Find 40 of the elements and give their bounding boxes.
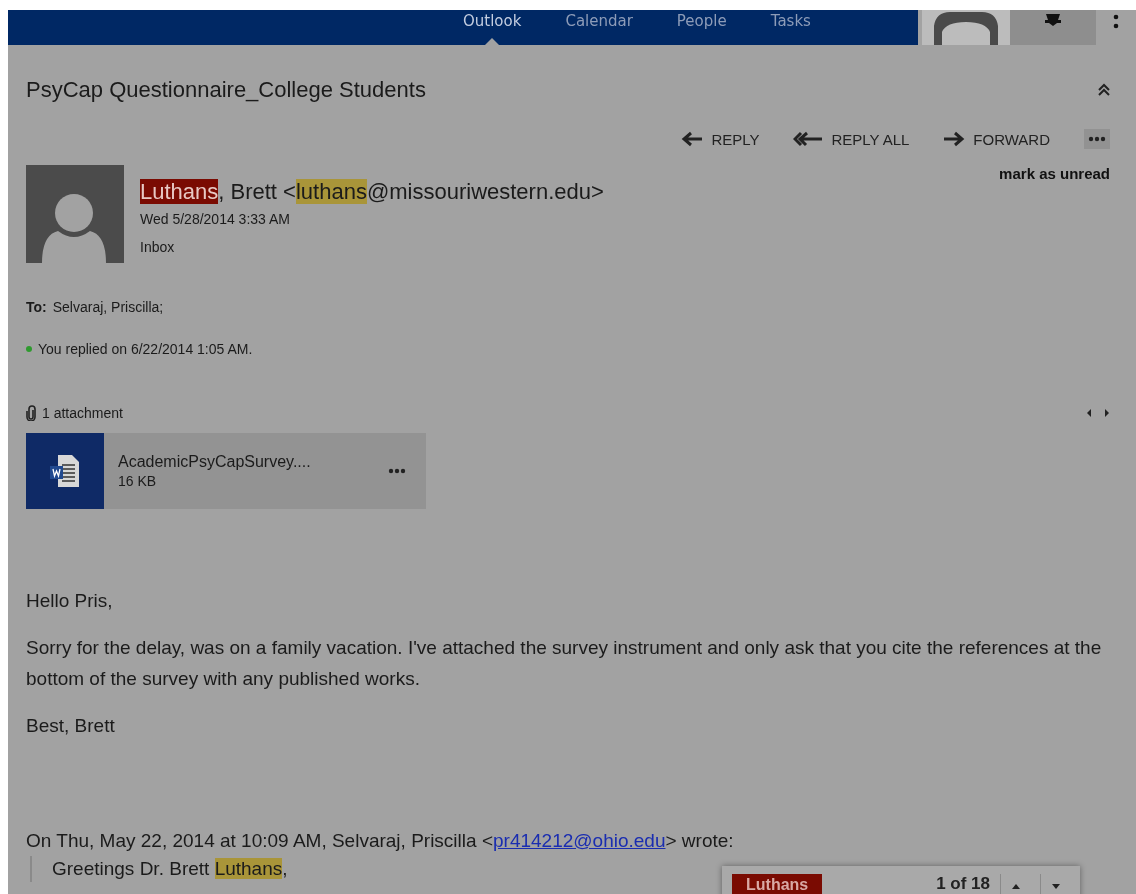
vertical-more-icon[interactable] [1113,14,1119,30]
mark-unread-link[interactable]: mark as unread [999,165,1110,182]
avatar-icon [26,165,124,263]
to-label: To: [26,299,47,315]
up-caret-icon [1011,883,1020,889]
nav-tab[interactable]: People [676,10,727,45]
nav-tab[interactable]: Tasks [770,10,811,45]
email-subject: PsyCap Questionnaire_College Students [26,77,426,103]
reply-action-button[interactable]: FORWARD [943,130,1050,148]
status-dot [26,346,32,352]
left-arrow-icon [681,131,704,147]
attachment-size: 16 KB [118,473,158,489]
more-icon [388,468,406,474]
attachment-card[interactable]: AcademicPsyCapSurvey.... 16 KB [26,433,426,509]
more-icon [1088,136,1106,142]
left-right-arrows-icon[interactable] [1086,408,1110,418]
more-actions-button[interactable] [1084,129,1110,149]
nav-tab[interactable]: Outlook [463,10,522,45]
body-paragraph: Best, Brett [26,714,116,738]
paperclip-icon [26,405,36,421]
reply-action-button[interactable]: REPLY ALL [793,130,910,148]
body-paragraph: Sorry for the delay, was on a family vacation. I've attached the survey instrument and only ask that you cite the references at the bottom of the survey with any published works. [26,636,1103,691]
body-paragraph: Hello Pris, [26,589,114,613]
sent-date: Wed 5/28/2014 3:33 AM [140,211,291,227]
word-document-icon [50,454,80,488]
recipient: Selvaraj, Priscilla; [52,299,164,315]
quote-header: On Thu, May 22, 2014 at 10:09 AM, Selvaraj, Priscilla <pr414212@ohio.edu> wrote: [26,829,735,853]
collapse-icon[interactable] [1098,83,1110,97]
profile-button[interactable] [922,10,1010,45]
double-left-arrow-icon [793,131,824,147]
right-arrow-icon [943,131,966,147]
down-caret-icon [1051,883,1060,889]
nav-tab[interactable]: Calendar [565,10,633,45]
reply-action-button[interactable]: REPLY [681,130,760,148]
email-link[interactable]: pr414212@ohio.edu [493,830,666,851]
replied-note: You replied on 6/22/2014 1:05 AM. [38,341,253,357]
attachment-count: 1 attachment [42,405,123,421]
folder-label: Inbox [140,239,176,255]
attachment-name: AcademicPsyCapSurvey.... [118,453,312,471]
settings-button[interactable] [1010,10,1096,45]
